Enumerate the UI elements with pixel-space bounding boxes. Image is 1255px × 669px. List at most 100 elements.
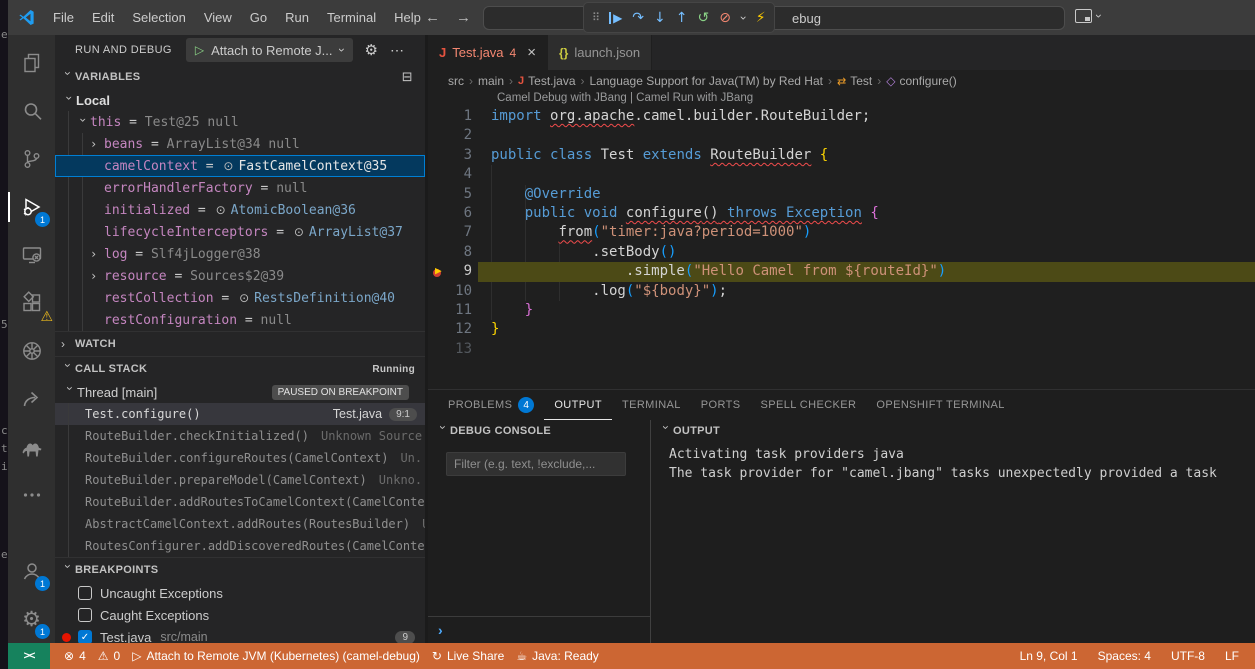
variable-row-log[interactable]: ›log = Slf4jLogger@38 bbox=[55, 243, 425, 265]
output-log[interactable]: Activating task providers javaThe task p… bbox=[651, 442, 1255, 483]
variable-row-restcollection[interactable]: restCollection = ⊙RestsDefinition@40 bbox=[55, 287, 425, 309]
activity-run-and-debug[interactable]: 1 bbox=[8, 183, 55, 231]
activity-more[interactable] bbox=[8, 471, 55, 519]
breakpoint-row[interactable]: Caught Exceptions bbox=[55, 604, 425, 626]
stack-frame[interactable]: RouteBuilder.prepareModel(CamelContext)U… bbox=[55, 469, 425, 491]
stack-frame[interactable]: RouteBuilder.checkInitialized()Unknown S… bbox=[55, 425, 425, 447]
debug-console-header[interactable]: › DEBUG CONSOLE bbox=[428, 420, 650, 442]
menu-help[interactable]: Help bbox=[385, 0, 430, 35]
gutter-line-5[interactable]: 5 bbox=[428, 185, 478, 204]
stack-frame[interactable]: AbstractCamelContext.addRoutes(RoutesBui… bbox=[55, 513, 425, 535]
debug-console-input-row[interactable]: › bbox=[428, 616, 650, 643]
variable-row-local[interactable]: ›Local bbox=[55, 89, 425, 111]
debug-step-into-icon[interactable]: ↓ bbox=[654, 11, 666, 25]
menu-edit[interactable]: Edit bbox=[83, 0, 123, 35]
debug-restart-icon[interactable]: ↺ bbox=[698, 11, 710, 25]
panel-tab-ports[interactable]: PORTS bbox=[691, 390, 751, 420]
lightning-icon[interactable]: ⚡ bbox=[756, 11, 766, 25]
status-utf-8[interactable]: UTF-8 bbox=[1165, 643, 1211, 669]
code-editor[interactable]: 1import org.apache.camel.builder.RouteBu… bbox=[428, 107, 1255, 389]
chevron-right-icon[interactable]: › bbox=[90, 269, 104, 283]
menu-run[interactable]: Run bbox=[276, 0, 318, 35]
back-arrow-icon[interactable]: ← bbox=[425, 9, 440, 26]
variable-row-errorhandlerfactory[interactable]: errorHandlerFactory = null bbox=[55, 177, 425, 199]
tab-launch-json[interactable]: {}launch.json bbox=[548, 35, 652, 70]
menu-view[interactable]: View bbox=[195, 0, 241, 35]
chevron-right-icon[interactable]: › bbox=[90, 247, 104, 261]
activity-source-control[interactable] bbox=[8, 135, 55, 183]
thread-row[interactable]: › Thread [main] PAUSED ON BREAKPOINT bbox=[55, 381, 425, 403]
menu-terminal[interactable]: Terminal bbox=[318, 0, 385, 35]
activity-share[interactable] bbox=[8, 375, 55, 423]
status-lf[interactable]: LF bbox=[1219, 643, 1245, 669]
chevron-down-icon[interactable]: › bbox=[436, 425, 450, 439]
activity-explorer[interactable] bbox=[8, 39, 55, 87]
chevron-down-icon[interactable]: › bbox=[335, 48, 349, 52]
collapse-all-icon[interactable]: ⊟ bbox=[402, 70, 413, 85]
status-live-share[interactable]: ↻Live Share bbox=[426, 643, 510, 669]
chevron-down-icon[interactable]: › bbox=[61, 564, 75, 578]
breadcrumb-item-language-support-for-java-tm-by-red-hat[interactable]: Language Support for Java(TM) by Red Hat bbox=[590, 74, 823, 88]
gutter-line-1[interactable]: 1 bbox=[428, 107, 478, 126]
forward-arrow-icon[interactable]: → bbox=[456, 9, 471, 26]
chevron-down-icon[interactable]: › bbox=[63, 386, 77, 400]
activity-accounts[interactable]: 1 bbox=[8, 547, 55, 595]
breadcrumb-item-test[interactable]: ⇄Test bbox=[837, 74, 872, 88]
gutter-line-8[interactable]: 8 bbox=[428, 243, 478, 262]
breakpoint-row[interactable]: ✓Test.javasrc/main9 bbox=[55, 626, 425, 643]
activity-remote-explorer[interactable] bbox=[8, 231, 55, 279]
breadcrumb-item-test-java[interactable]: JTest.java bbox=[518, 74, 575, 88]
panel-tab-spell-checker[interactable]: SPELL CHECKER bbox=[751, 390, 867, 420]
output-header[interactable]: › OUTPUT bbox=[651, 420, 1255, 442]
drag-grip-icon[interactable]: ⠿ bbox=[592, 12, 599, 23]
vscode-logo-icon[interactable] bbox=[8, 8, 44, 27]
gutter-line-4[interactable]: 4 bbox=[428, 165, 478, 184]
checkbox[interactable]: ✓ bbox=[78, 630, 92, 643]
gutter-line-6[interactable]: 6 bbox=[428, 204, 478, 223]
activity-search[interactable] bbox=[8, 87, 55, 135]
gutter-line-10[interactable]: 10 bbox=[428, 282, 478, 301]
gutter-line-13[interactable]: 13 bbox=[428, 340, 478, 359]
close-icon[interactable]: × bbox=[527, 44, 536, 61]
chevron-right-icon[interactable]: › bbox=[61, 337, 75, 351]
breadcrumb-item-src[interactable]: src bbox=[448, 74, 464, 88]
more-actions-icon[interactable]: ⋯ bbox=[390, 42, 405, 59]
variable-row-restconfiguration[interactable]: restConfiguration = null bbox=[55, 309, 425, 331]
gutter-line-7[interactable]: 7 bbox=[428, 223, 478, 242]
lazy-eval-eye-icon[interactable]: ⊙ bbox=[223, 159, 233, 173]
variable-row-beans[interactable]: ›beans = ArrayList@34 null bbox=[55, 133, 425, 155]
call-stack-section-header[interactable]: › CALL STACK Running bbox=[55, 356, 425, 381]
chevron-down-icon[interactable]: › bbox=[659, 425, 673, 439]
variable-row-camelcontext[interactable]: camelContext = ⊙FastCamelContext@35 bbox=[55, 155, 425, 177]
status-ln-9-col-1[interactable]: Ln 9, Col 1 bbox=[1014, 643, 1084, 669]
gutter-line-11[interactable]: 11 bbox=[428, 301, 478, 320]
layout-control[interactable]: › bbox=[1075, 9, 1101, 23]
checkbox[interactable] bbox=[78, 586, 92, 600]
activity-kubernetes[interactable] bbox=[8, 327, 55, 375]
debug-console-filter-input[interactable] bbox=[446, 452, 626, 476]
stack-frame[interactable]: RouteBuilder.addRoutesToCamelContext(Cam… bbox=[55, 491, 425, 513]
stack-frame[interactable]: RouteBuilder.configureRoutes(CamelContex… bbox=[55, 447, 425, 469]
debug-step-over-icon[interactable]: ↷ bbox=[632, 11, 644, 25]
chevron-down-icon[interactable]: › bbox=[737, 15, 749, 20]
variables-section-header[interactable]: › VARIABLES ⊟ bbox=[55, 65, 425, 89]
status-debug-alt[interactable]: ▷Attach to Remote JVM (Kubernetes) (came… bbox=[126, 643, 426, 669]
activity-camel[interactable] bbox=[8, 423, 55, 471]
variable-row-initialized[interactable]: initialized = ⊙AtomicBoolean@36 bbox=[55, 199, 425, 221]
chevron-down-icon[interactable]: › bbox=[61, 363, 75, 377]
debug-continue-icon[interactable]: ▶ bbox=[609, 12, 622, 24]
chevron-down-icon[interactable]: › bbox=[76, 116, 90, 130]
gear-icon[interactable]: ⚙ bbox=[365, 41, 378, 59]
menu-file[interactable]: File bbox=[44, 0, 83, 35]
status-java-cup[interactable]: ☕Java: Ready bbox=[510, 643, 604, 669]
gutter-line-12[interactable]: 12 bbox=[428, 320, 478, 339]
panel-tab-output[interactable]: OUTPUT bbox=[544, 390, 612, 420]
status-error[interactable]: ⊗4 bbox=[58, 643, 92, 669]
panel-tab-terminal[interactable]: TERMINAL bbox=[612, 390, 691, 420]
activity-settings[interactable]: ⚙1 bbox=[8, 595, 55, 643]
chevron-down-icon[interactable]: › bbox=[61, 71, 75, 85]
tab-test-java[interactable]: JTest.java4× bbox=[428, 35, 548, 70]
lazy-eval-eye-icon[interactable]: ⊙ bbox=[294, 225, 304, 239]
customize-layout-icon[interactable] bbox=[1075, 9, 1092, 23]
codelens-actions[interactable]: Camel Debug with JBang | Camel Run with … bbox=[428, 92, 1255, 107]
